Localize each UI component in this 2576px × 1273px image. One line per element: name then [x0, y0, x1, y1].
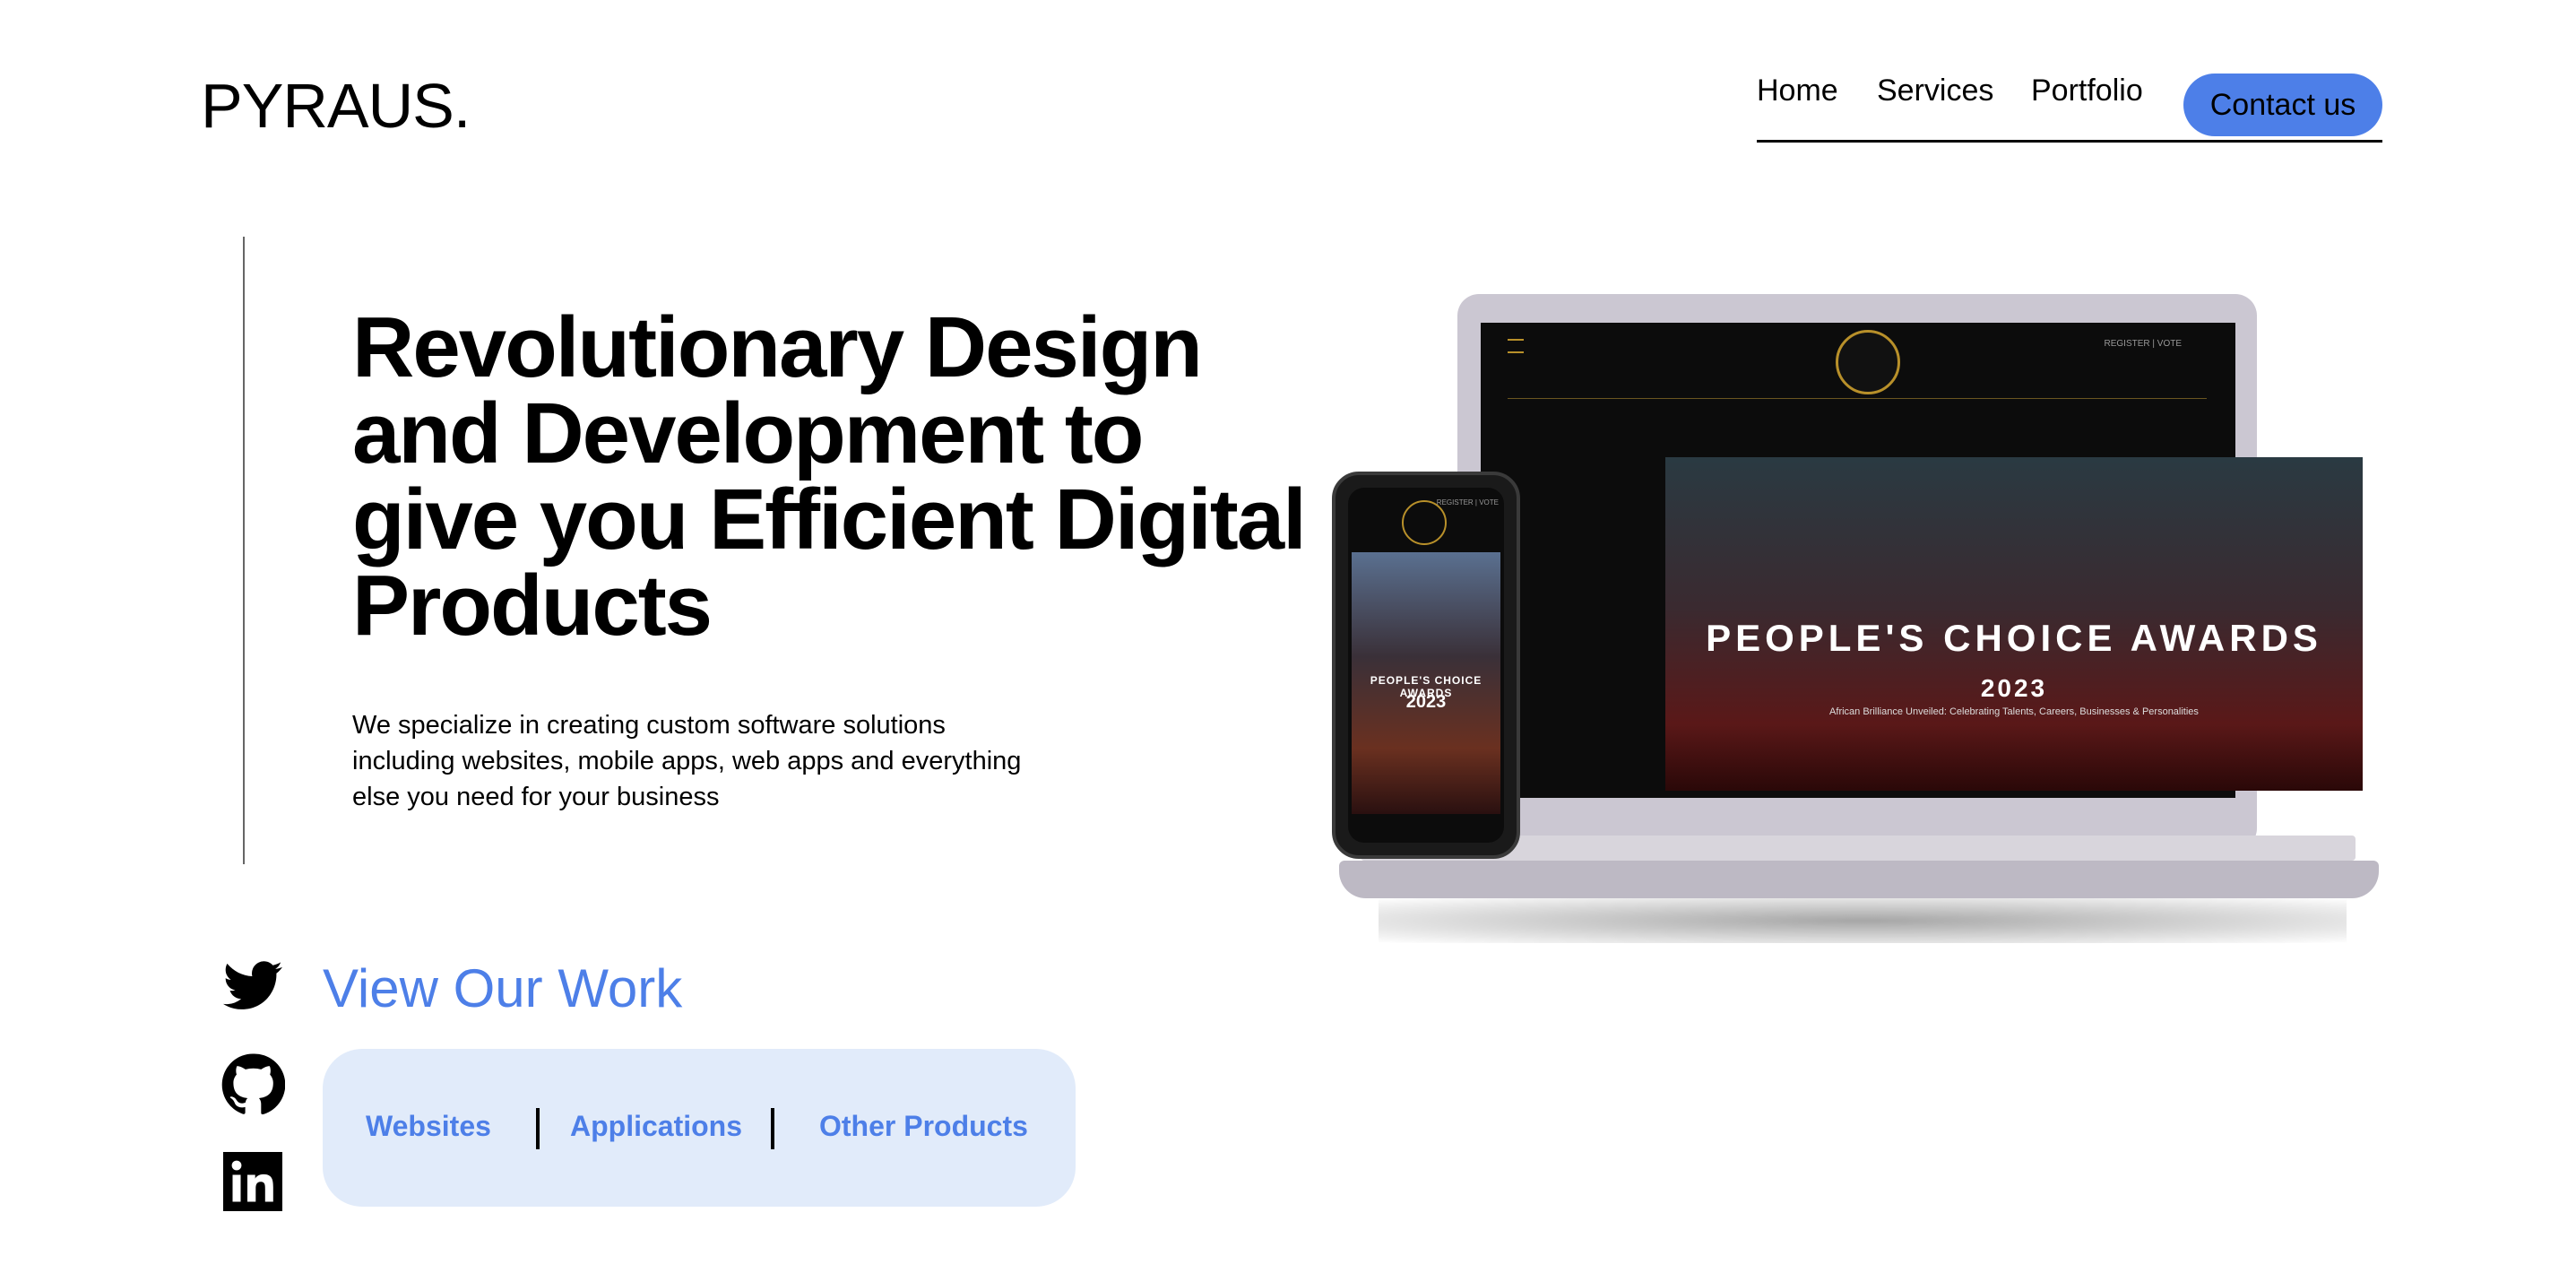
phone-frame: REGISTER | VOTE PEOPLE'S CHOICE AWARDS 2… — [1332, 472, 1520, 859]
phone-awards-logo — [1402, 500, 1447, 545]
menu-icon — [1508, 339, 1524, 353]
device-mockup-image: REGISTER | VOTE PEOPLE'S CHOICE AWARDS 2… — [1325, 287, 2382, 957]
category-other-products[interactable]: Other Products — [819, 1110, 1028, 1143]
phone-screen: REGISTER | VOTE PEOPLE'S CHOICE AWARDS 2… — [1348, 488, 1504, 843]
hero-heading: Revolutionary Design and Development to … — [352, 299, 1307, 654]
work-categories: Websites Applications Other Products — [323, 1049, 1076, 1207]
hero-description: We specialize in creating custom softwar… — [352, 711, 1022, 811]
view-our-work-link[interactable]: View Our Work — [323, 957, 682, 1019]
laptop-base — [1339, 861, 2379, 898]
hero-divider-line — [243, 237, 245, 864]
nav-services-link[interactable]: Services — [1877, 74, 1993, 108]
site-divider — [1508, 398, 2207, 399]
awards-subtitle: African Brilliance Unveiled: Celebrating… — [1829, 706, 2199, 717]
contact-us-button[interactable]: Contact us — [2183, 74, 2382, 136]
linkedin-icon[interactable] — [220, 1149, 285, 1214]
nav-home-link[interactable]: Home — [1757, 74, 1838, 108]
awards-title: PEOPLE'S CHOICE AWARDS — [1706, 617, 2322, 659]
main-nav: Home Services Portfolio Contact us — [1757, 59, 2382, 143]
laptop-screen: REGISTER | VOTE PEOPLE'S CHOICE AWARDS 2… — [1481, 323, 2363, 798]
site-links: REGISTER | VOTE — [2104, 339, 2183, 349]
phone-site-links: REGISTER | VOTE — [1436, 498, 1499, 507]
nav-portfolio-link[interactable]: Portfolio — [2031, 74, 2143, 108]
category-applications[interactable]: Applications — [570, 1110, 742, 1143]
github-icon[interactable] — [220, 1052, 286, 1117]
brand-logo[interactable]: PYRAUS. — [201, 70, 471, 142]
category-separator — [771, 1108, 774, 1149]
awards-logo — [1836, 330, 1900, 394]
awards-year: 2023 — [1980, 674, 2048, 702]
category-separator — [536, 1108, 540, 1149]
twitter-icon[interactable] — [220, 955, 285, 1019]
phone-hero-image: PEOPLE'S CHOICE AWARDS 2023 — [1352, 552, 1500, 814]
laptop-shadow — [1379, 898, 2347, 943]
phone-awards-year: 2023 — [1405, 692, 1447, 712]
awards-hero-image: PEOPLE'S CHOICE AWARDS 2023 African Bril… — [1665, 457, 2363, 791]
category-websites[interactable]: Websites — [366, 1110, 491, 1143]
